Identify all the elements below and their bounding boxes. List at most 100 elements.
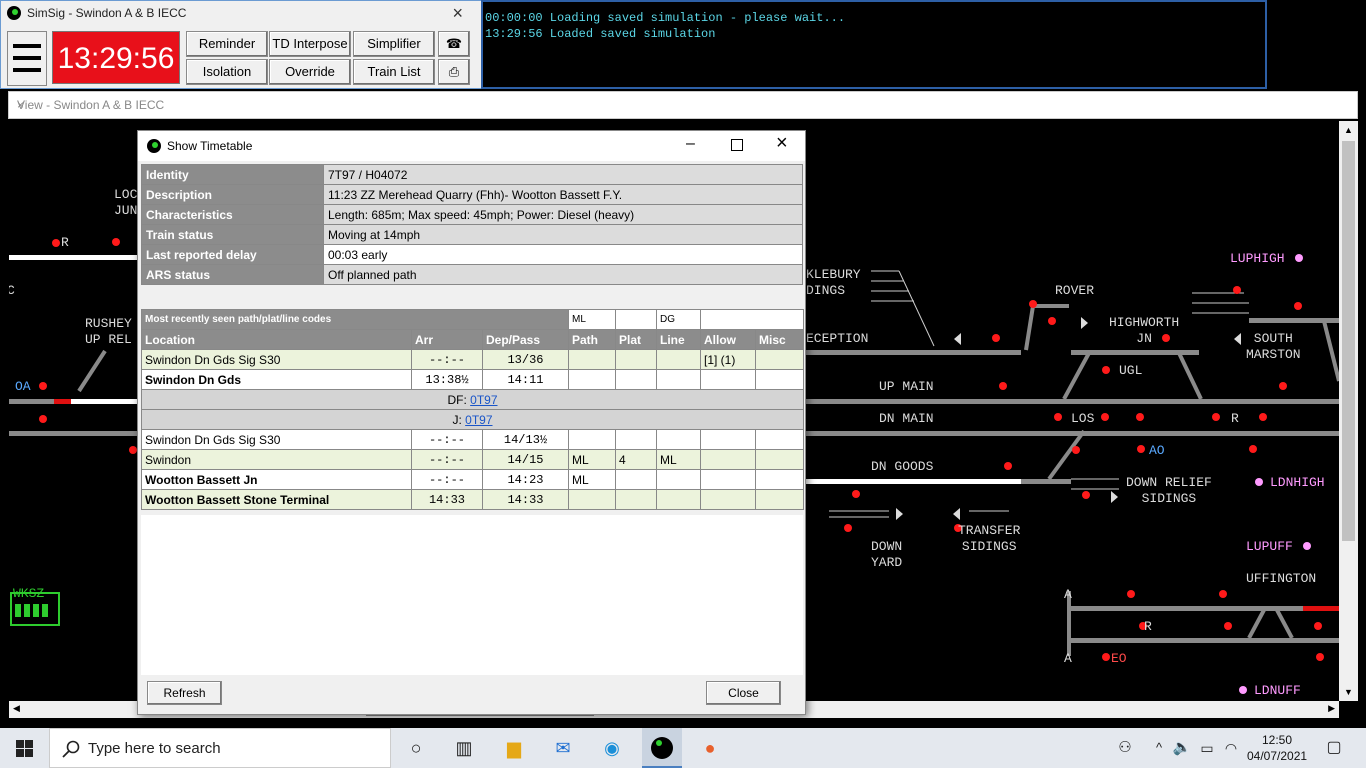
signal-red[interactable] [1048,317,1056,325]
table-row[interactable]: Wootton Bassett Jn --:-- 14:23 ML [141,469,804,490]
signal-red[interactable] [1137,445,1145,453]
cell-allow: [1] (1) [700,349,756,370]
scroll-down-icon[interactable]: ▼ [1344,687,1353,697]
signal-red[interactable] [1224,622,1232,630]
refresh-button[interactable]: Refresh [147,681,222,705]
simsig-taskbar-button[interactable] [642,728,682,768]
signal-red[interactable] [1249,445,1257,453]
signal-red[interactable] [1082,491,1090,499]
mail-icon[interactable]: ✉ [551,736,575,760]
close-icon[interactable]: × [452,3,463,24]
train-list-button[interactable]: Train List [353,59,435,85]
info-key: ARS status [141,264,324,285]
signal-red[interactable] [1316,653,1324,661]
label-klebury-sidings: KLEBURY DINGS [806,267,861,298]
wifi-icon[interactable]: ◠ [1219,736,1243,760]
timetable-dialog: Show Timetable – × Identity 7T97 / H04072… [137,130,806,715]
table-row[interactable]: Swindon Dn Gds Sig S30 --:-- 14/13½ [141,429,804,450]
signal-red[interactable] [1029,300,1037,308]
minimize-icon[interactable]: – [686,135,695,153]
simplifier-button[interactable]: Simplifier [353,31,435,57]
close-button[interactable]: Close [706,681,781,705]
dialog-titlebar: Show Timetable – × [138,131,805,161]
signal-red[interactable] [1054,413,1062,421]
close-icon[interactable]: × [17,98,1351,112]
edge-browser-icon[interactable]: ◉ [600,736,624,760]
cell-line [656,469,701,490]
cell-arr: 14:33 [411,489,483,510]
cortana-icon[interactable]: ○ [404,736,428,760]
info-key: Description [141,184,324,205]
table-row[interactable]: Swindon Dn Gds Sig S30 --:-- 13/36 [1] (… [141,349,804,370]
scrollbar-thumb[interactable] [1342,141,1355,541]
firefox-icon[interactable]: ● [698,736,722,760]
cell-misc [755,449,804,470]
signal-red[interactable] [852,490,860,498]
signal-red[interactable] [1127,590,1135,598]
info-value: Moving at 14mph [323,224,803,245]
col-misc: Misc [755,329,804,350]
signal-red[interactable] [39,415,47,423]
scroll-left-icon[interactable]: ◀ [13,703,20,714]
cell-line: ML [656,449,701,470]
scroll-up-icon[interactable]: ▲ [1344,125,1353,135]
label-route-r: R [61,235,69,250]
taskbar-search-box[interactable]: Type here to search [49,728,391,768]
signal-red[interactable] [112,238,120,246]
signal-red[interactable] [129,446,137,454]
signal-red[interactable] [39,382,47,390]
table-row[interactable]: Swindon --:-- 14/15 ML 4 ML [141,449,804,470]
col-allow: Allow [700,329,756,350]
simulation-clock: 13:29:56 [52,31,180,84]
signal-red[interactable] [1101,413,1109,421]
signal-red[interactable] [1102,653,1110,661]
j-train-link[interactable]: 0T97 [465,413,492,427]
signal-red[interactable] [1279,382,1287,390]
hamburger-menu-button[interactable] [7,31,47,86]
signal-red[interactable] [1136,413,1144,421]
table-row[interactable]: Swindon Dn Gds 13:38½ 14:11 [141,369,804,390]
log-line: 00:00:00 Loading saved simulation - plea… [485,11,846,25]
signal-red[interactable] [1072,446,1080,454]
cell-plat [615,429,657,450]
battery-icon[interactable]: ▭ [1195,736,1219,760]
printer-icon[interactable]: ⎙ [438,59,470,85]
td-interpose-button[interactable]: TD Interpose [269,31,351,57]
windows-start-icon[interactable] [16,740,33,757]
override-button[interactable]: Override [269,59,351,85]
close-icon[interactable]: × [776,132,788,155]
simsig-control-window: SimSig - Swindon A & B IECC × 13:29:56 R… [0,0,482,89]
signal-red[interactable] [1219,590,1227,598]
isolation-button[interactable]: Isolation [186,59,268,85]
maximize-icon[interactable] [731,139,743,151]
system-clock[interactable]: 12:50 04/07/2021 [1247,732,1307,764]
cell-allow [700,429,756,450]
notifications-icon[interactable]: ▢ [1322,736,1346,760]
signal-red[interactable] [999,382,1007,390]
task-view-icon[interactable]: ▥ [452,736,476,760]
signal-red[interactable] [1233,286,1241,294]
cell-path [568,369,616,390]
signal-red[interactable] [1294,302,1302,310]
signal-red[interactable] [1259,413,1267,421]
signal-red[interactable] [844,524,852,532]
scroll-right-icon[interactable]: ▶ [1328,703,1335,714]
info-value: 7T97 / H04072 [323,164,803,185]
file-explorer-icon[interactable]: ▆ [502,736,526,760]
search-icon [62,740,80,758]
signal-red[interactable] [1102,366,1110,374]
chevron-up-icon[interactable]: ^ [1147,736,1171,760]
signal-red[interactable] [1004,462,1012,470]
signal-red[interactable] [1314,622,1322,630]
signal-red[interactable] [52,239,60,247]
df-train-link[interactable]: 0T97 [470,393,497,407]
reminder-button[interactable]: Reminder [186,31,268,57]
signal-red[interactable] [1212,413,1220,421]
telephone-icon[interactable]: ☎ [438,31,470,57]
signal-red[interactable] [992,334,1000,342]
people-icon[interactable]: ⚇ [1113,736,1137,760]
table-row[interactable]: Wootton Bassett Stone Terminal 14:33 14:… [141,489,804,510]
col-arr: Arr [411,329,483,350]
volume-icon[interactable]: 🔈 [1170,736,1194,760]
vertical-scrollbar[interactable]: ▲ ▼ [1339,121,1358,701]
